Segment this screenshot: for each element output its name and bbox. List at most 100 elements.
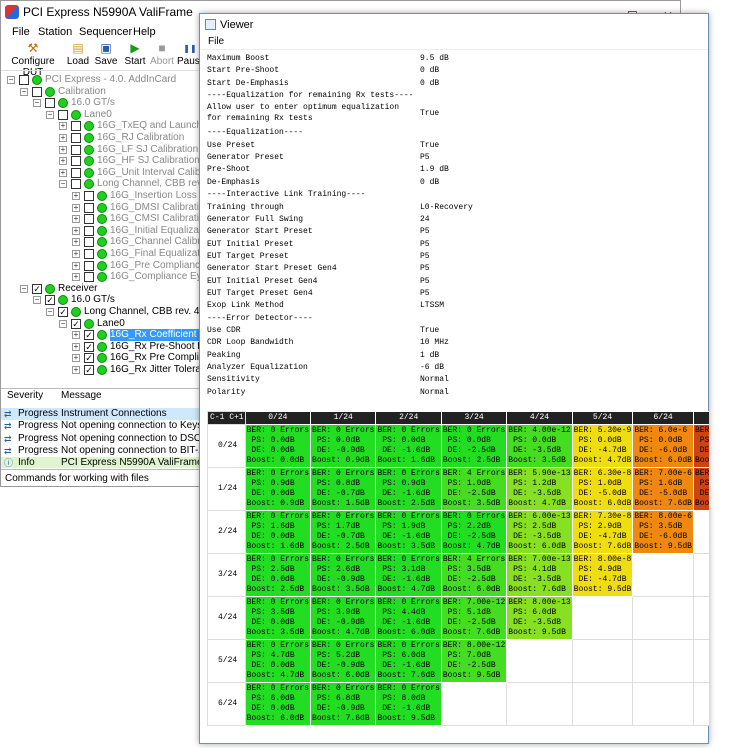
checkbox[interactable] <box>32 86 42 97</box>
test-tree[interactable]: − PCI Express - 4.0. AddInCard − Calibratio… <box>1 70 200 388</box>
grid-row: 3/24 BER: 0 Errors PS: 2.5dB DE: 0.0dB Bo… <box>207 553 709 597</box>
checkbox[interactable]: ✓ <box>84 330 94 341</box>
setting-value: P5 <box>420 239 430 249</box>
grid-cell-empty <box>692 553 709 597</box>
expand-toggle-icon[interactable]: − <box>59 180 67 189</box>
checkbox[interactable] <box>71 121 81 132</box>
expand-toggle-icon[interactable]: + <box>72 342 80 351</box>
setting-value: L0-Recovery <box>420 202 473 212</box>
expand-toggle-icon[interactable]: + <box>59 168 67 177</box>
grid-cell: BER: 0 Errors PS: 1.6dB DE: 0.0dB Boost:… <box>244 510 312 554</box>
abort-button[interactable]: ■ Abort <box>149 41 175 69</box>
checkbox[interactable] <box>84 202 94 213</box>
status-dot-icon <box>97 330 107 341</box>
tree-node-label: 16G_HF SJ Calibration <box>97 155 200 167</box>
menu-sequencer[interactable]: Sequencer <box>79 26 132 38</box>
log-message: Not opening connection to Keysight M8020… <box>61 420 200 432</box>
expand-toggle-icon[interactable]: − <box>46 308 54 316</box>
checkbox[interactable] <box>84 191 94 201</box>
checkbox[interactable] <box>45 98 55 109</box>
tree-node-label: 16G_Insertion Loss Calibration <box>110 190 200 201</box>
start-button[interactable]: ▶ Start <box>122 41 148 69</box>
expand-toggle-icon[interactable]: + <box>72 273 80 282</box>
main-window-title: PCI Express N5990A ValiFrame <box>23 5 193 19</box>
tree-node-label: 16G_Channel Calibration <box>110 236 200 248</box>
expand-toggle-icon[interactable]: − <box>20 284 28 293</box>
log-row[interactable]: ⇄ ProgressNot opening connection to BIT-2… <box>1 445 200 457</box>
expand-toggle-icon[interactable]: − <box>33 296 41 305</box>
checkbox[interactable]: ✓ <box>84 341 94 352</box>
checkbox[interactable] <box>84 272 94 283</box>
log-row[interactable]: ⇄ ProgressNot opening connection to DSO I… <box>1 433 200 445</box>
progress-icon: ⇄ <box>4 421 12 432</box>
checkbox[interactable] <box>71 156 81 167</box>
configure-dut-button[interactable]: ⚒ Configure DUT <box>5 41 61 79</box>
wrench-icon: ⚒ <box>27 41 39 55</box>
log-header-severity[interactable]: Severity <box>7 389 43 403</box>
status-dot-icon <box>97 202 107 213</box>
expand-toggle-icon[interactable]: + <box>72 226 80 235</box>
checkbox[interactable] <box>84 214 94 225</box>
expand-toggle-icon[interactable]: + <box>72 192 80 200</box>
expand-toggle-icon[interactable]: + <box>72 331 80 340</box>
checkbox[interactable] <box>84 225 94 236</box>
save-button[interactable]: ▣ Save <box>93 41 119 69</box>
expand-toggle-icon[interactable]: + <box>59 122 67 131</box>
folder-icon: ▤ <box>72 41 84 55</box>
checkbox[interactable] <box>71 144 81 155</box>
grid-cell: BER: 8.00e-12 PS: 7.0dB DE: -2.5dB Boost… <box>440 639 508 683</box>
setting-value: 0 dB <box>420 177 440 187</box>
menu-station[interactable]: Station <box>38 26 72 38</box>
log-row[interactable]: ⓘ Info PCI Express N5990A ValiFrame startu… <box>1 457 200 468</box>
log-row[interactable]: ⇄ Progress Instrument Connections <box>1 408 200 420</box>
checkbox[interactable] <box>19 75 29 85</box>
expand-toggle-icon[interactable]: + <box>72 238 80 247</box>
checkbox[interactable]: ✓ <box>32 283 42 294</box>
expand-toggle-icon[interactable]: + <box>59 145 67 154</box>
expand-toggle-icon[interactable]: + <box>72 366 80 374</box>
checkbox[interactable]: ✓ <box>84 365 94 375</box>
expand-toggle-icon[interactable]: + <box>72 250 80 258</box>
log-row[interactable]: ⇄ ProgressNot opening connection to Keysi… <box>1 420 200 432</box>
checkbox[interactable]: ✓ <box>71 318 81 329</box>
expand-toggle-icon[interactable]: − <box>33 99 41 108</box>
expand-toggle-icon[interactable]: + <box>72 354 80 363</box>
checkbox[interactable] <box>71 167 81 178</box>
viewer-menu-file[interactable]: File <box>208 36 224 47</box>
setting-value: LTSSM <box>420 301 445 311</box>
checkbox[interactable] <box>84 260 94 271</box>
expand-toggle-icon[interactable]: − <box>20 87 28 96</box>
expand-toggle-icon[interactable]: + <box>72 215 80 224</box>
expand-toggle-icon[interactable]: − <box>59 319 67 328</box>
grid-cell: BER: 4 Errors PS: 1.0dB DE: -2.5dB Boost… <box>440 467 508 511</box>
expand-toggle-icon[interactable]: − <box>7 76 15 84</box>
checkbox[interactable] <box>71 179 81 190</box>
load-button[interactable]: ▤ Load <box>65 41 91 69</box>
grid-cell: BER: 0 Errors PS: 4.7dB DE: 0.0dB Boost:… <box>244 639 312 683</box>
checkbox[interactable] <box>84 249 94 259</box>
checkbox[interactable]: ✓ <box>45 295 55 306</box>
grid-cell: BER: 0 Errors PS: 2.6dB DE: -0.9dB Boost… <box>310 553 377 597</box>
log-message: Not opening connection to BIT-2100 Switc… <box>61 444 200 456</box>
expand-toggle-icon[interactable]: + <box>72 203 80 212</box>
setting-value: 0 dB <box>420 66 440 76</box>
log-severity: Progress <box>18 444 59 456</box>
setting-value: P5 <box>420 251 430 261</box>
menu-file[interactable]: File <box>12 26 30 38</box>
setting-key: Generator Start Preset Gen4 <box>207 264 337 274</box>
expand-toggle-icon[interactable]: − <box>46 110 54 119</box>
setting-key: Start De-Emphasis <box>207 78 289 88</box>
checkbox[interactable] <box>71 133 81 143</box>
log-header-message[interactable]: Message <box>61 389 102 403</box>
expand-toggle-icon[interactable]: + <box>72 261 80 270</box>
expand-toggle-icon[interactable]: + <box>59 134 67 142</box>
checkbox[interactable] <box>58 109 68 120</box>
checkbox[interactable]: ✓ <box>58 307 68 317</box>
menu-help[interactable]: Help <box>133 26 156 38</box>
grid-cell-empty <box>692 682 709 726</box>
checkbox[interactable]: ✓ <box>84 353 94 364</box>
setting-value: P5 <box>420 153 430 163</box>
grid-row-header: 5/24 <box>207 639 246 683</box>
expand-toggle-icon[interactable]: + <box>59 157 67 166</box>
checkbox[interactable] <box>84 237 94 248</box>
